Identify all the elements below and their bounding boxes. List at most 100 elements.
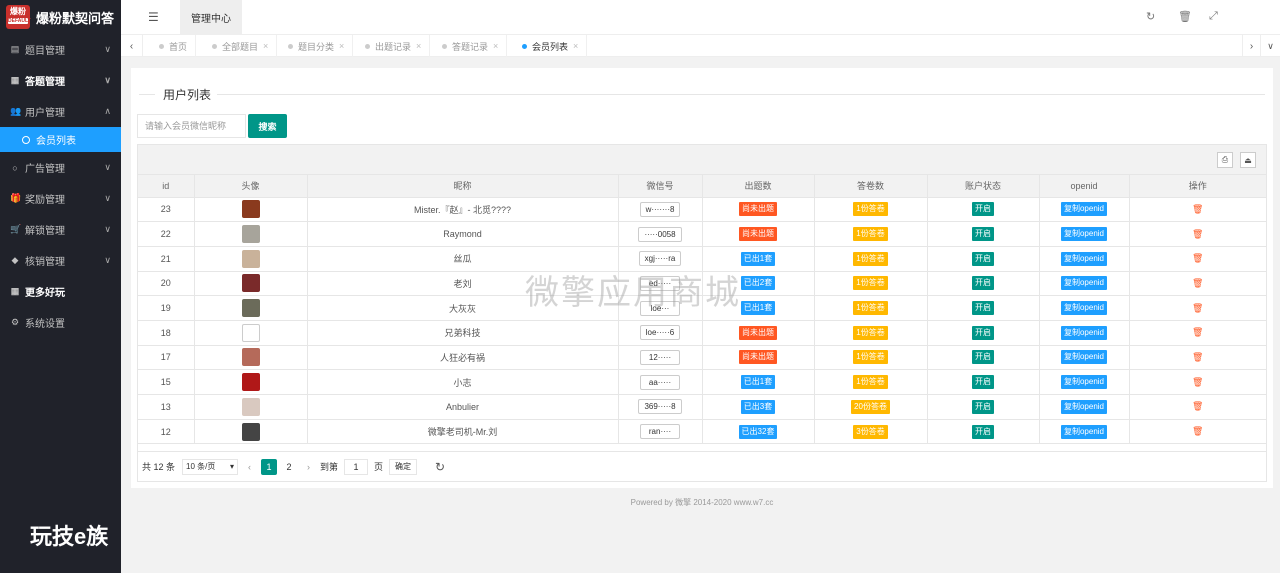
- table-row: 15 小志 aa····· 已出1套 1份答卷 开启 复制openid 🗑: [138, 369, 1266, 395]
- copy-openid-button[interactable]: 复制openid: [1060, 350, 1108, 365]
- copy-openid-button[interactable]: 复制openid: [1060, 251, 1108, 266]
- wechat-id-input[interactable]: 12·····: [640, 349, 680, 365]
- total-count: 共 12 条: [142, 462, 176, 472]
- goto-confirm-button[interactable]: 确定: [389, 458, 418, 475]
- cell-nickname: Anbulier: [307, 394, 619, 420]
- page-2-button[interactable]: 2: [281, 462, 297, 472]
- wechat-id-input[interactable]: loe·····6: [639, 325, 681, 341]
- cell-id: 13: [138, 394, 195, 420]
- sidebar-item[interactable]: ⚙ 系统设置: [0, 307, 121, 338]
- close-icon[interactable]: ×: [416, 41, 421, 51]
- close-icon[interactable]: ×: [573, 41, 578, 51]
- cell-actions: 🗑: [1129, 369, 1266, 395]
- delete-icon[interactable]: 🗑: [1192, 352, 1203, 362]
- copy-openid-button[interactable]: 复制openid: [1060, 301, 1108, 316]
- cell-status: 开启: [927, 345, 1040, 371]
- cell-actions: 🗑: [1129, 271, 1266, 297]
- tab-item[interactable]: 题目分类 ×: [274, 35, 354, 57]
- print-icon[interactable]: ⎙: [1217, 152, 1233, 168]
- page-1-button[interactable]: 1: [261, 458, 278, 475]
- export-icon[interactable]: ⏏: [1240, 152, 1256, 168]
- sidebar-item[interactable]: ▦ 更多好玩: [0, 276, 121, 307]
- delete-icon[interactable]: 🗑: [1192, 229, 1203, 239]
- next-page-button[interactable]: ›: [307, 462, 310, 472]
- refresh-table-icon[interactable]: ↻: [435, 460, 445, 474]
- search-button[interactable]: 搜索: [248, 114, 287, 138]
- fullscreen-icon[interactable]: ⤢: [1209, 10, 1218, 23]
- copy-openid-button[interactable]: 复制openid: [1060, 227, 1108, 242]
- delete-icon[interactable]: 🗑: [1192, 204, 1203, 214]
- logo[interactable]: 爆粉 DEFAULT 爆粉默契问答: [0, 0, 121, 34]
- sidebar-item[interactable]: 👥 用户管理 ∧: [0, 96, 121, 127]
- status-badge[interactable]: 开启: [972, 276, 994, 291]
- sidebar-item[interactable]: ▦ 答题管理 ∨: [0, 65, 121, 96]
- sidebar-item[interactable]: 🎁 奖励管理 ∨: [0, 183, 121, 214]
- tab-item[interactable]: 出题记录 ×: [351, 35, 431, 57]
- copy-openid-button[interactable]: 复制openid: [1060, 375, 1108, 390]
- calendar-icon: ▦: [10, 75, 20, 85]
- tabs-scroll-left-icon[interactable]: ‹: [121, 35, 143, 57]
- wechat-id-input[interactable]: xgj·····ra: [638, 251, 682, 267]
- delete-icon[interactable]: 🗑: [1192, 278, 1203, 288]
- page-tabs: ‹ 首页 全部题目 × 题目分类 × 出题记录 × 答题记录 × 会员列表 × › ∨: [121, 35, 1280, 57]
- tab-item[interactable]: 全部题目 ×: [198, 35, 278, 57]
- sidebar-item[interactable]: ○ 广告管理 ∨: [0, 152, 121, 183]
- close-icon[interactable]: ×: [493, 41, 498, 51]
- cell-avatar: [194, 246, 308, 272]
- menu-toggle-icon[interactable]: ☰: [148, 10, 159, 24]
- status-badge[interactable]: 开启: [972, 227, 994, 242]
- status-badge[interactable]: 开启: [972, 251, 994, 266]
- copy-openid-button[interactable]: 复制openid: [1060, 424, 1108, 439]
- delete-icon[interactable]: 🗑: [1192, 303, 1203, 313]
- copy-openid-button[interactable]: 复制openid: [1060, 276, 1108, 291]
- tab-item[interactable]: 答题记录 ×: [428, 35, 508, 57]
- tab-item[interactable]: 首页: [145, 35, 197, 57]
- per-page-select[interactable]: 10 条/页 ▾: [182, 458, 239, 475]
- trash-icon[interactable]: 🗑: [1178, 10, 1192, 23]
- main-tab[interactable]: 管理中心: [180, 0, 242, 35]
- wechat-id-input[interactable]: 369·····8: [638, 399, 682, 415]
- cell-status: 开启: [927, 271, 1040, 297]
- sidebar-subitem-members[interactable]: 会员列表: [0, 127, 121, 152]
- goto-page-input[interactable]: 1: [344, 458, 369, 475]
- status-badge[interactable]: 开启: [972, 350, 994, 365]
- delete-icon[interactable]: 🗑: [1192, 377, 1203, 387]
- status-badge[interactable]: 开启: [972, 424, 994, 439]
- cell-openid: 复制openid: [1039, 394, 1130, 420]
- refresh-icon[interactable]: ↻: [1146, 10, 1155, 23]
- copy-openid-button[interactable]: 复制openid: [1060, 325, 1108, 340]
- avatar: [241, 200, 260, 219]
- delete-icon[interactable]: 🗑: [1192, 401, 1203, 411]
- prev-page-button[interactable]: ‹: [248, 462, 251, 472]
- status-badge[interactable]: 开启: [972, 301, 994, 316]
- copy-openid-button[interactable]: 复制openid: [1060, 399, 1108, 414]
- chevron-icon: ∨: [104, 255, 111, 265]
- cell-id: 15: [138, 369, 195, 395]
- status-badge[interactable]: 开启: [972, 375, 994, 390]
- delete-icon[interactable]: 🗑: [1192, 327, 1203, 337]
- tabs-scroll-right-icon[interactable]: ›: [1242, 35, 1260, 57]
- wechat-id-input[interactable]: ran····: [640, 424, 680, 440]
- wechat-id-input[interactable]: ·····0058: [638, 226, 682, 242]
- column-header: 操作: [1129, 175, 1266, 198]
- tab-item[interactable]: 会员列表 ×: [508, 35, 588, 57]
- wechat-id-input[interactable]: w·······8: [639, 201, 681, 217]
- close-icon[interactable]: ×: [339, 41, 344, 51]
- status-badge[interactable]: 开启: [972, 325, 994, 340]
- sidebar-item[interactable]: 🛒 解锁管理 ∨: [0, 214, 121, 245]
- tabs-dropdown-icon[interactable]: ∨: [1260, 35, 1280, 57]
- status-badge[interactable]: 开启: [972, 399, 994, 414]
- copy-openid-button[interactable]: 复制openid: [1060, 202, 1108, 217]
- sidebar-item[interactable]: ◆ 核销管理 ∨: [0, 245, 121, 276]
- status-badge[interactable]: 开启: [972, 202, 994, 217]
- delete-icon[interactable]: 🗑: [1192, 253, 1203, 263]
- delete-icon[interactable]: 🗑: [1192, 426, 1203, 436]
- questions-badge: 尚未出题: [739, 325, 777, 340]
- sidebar-item[interactable]: ▤ 题目管理 ∨: [0, 34, 121, 65]
- tab-dot-icon: [212, 43, 217, 49]
- cell-avatar: [194, 221, 308, 247]
- wechat-id-input[interactable]: aa·····: [640, 374, 680, 390]
- cell-avatar: [194, 369, 308, 395]
- search-input[interactable]: 请输入会员微信昵称: [137, 114, 246, 138]
- close-icon[interactable]: ×: [263, 41, 268, 51]
